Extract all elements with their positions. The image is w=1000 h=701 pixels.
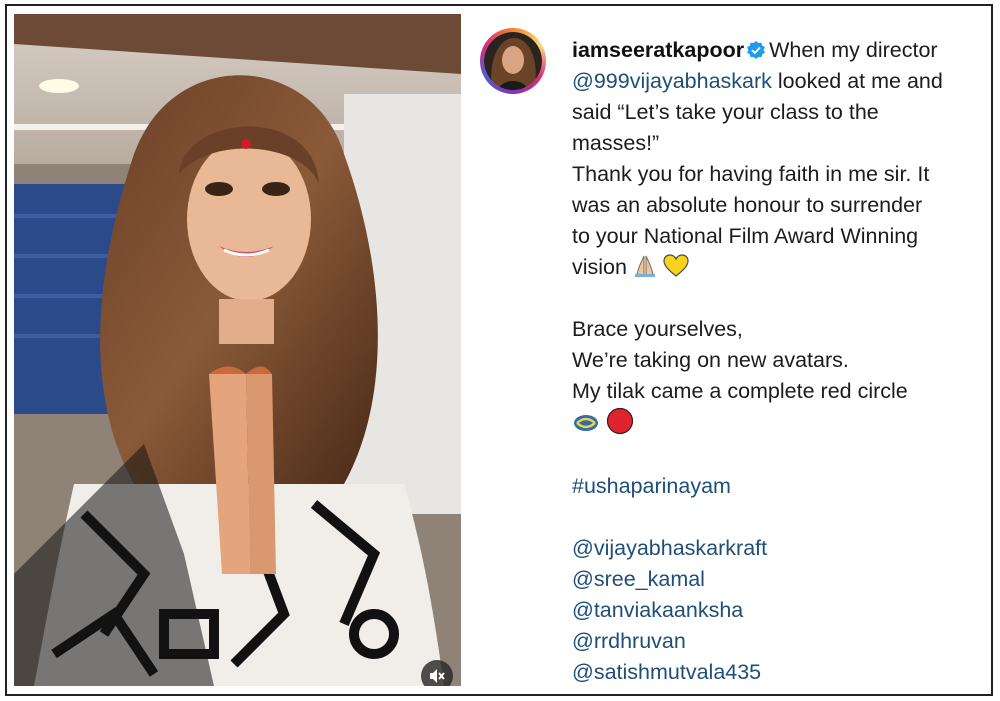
- mention-link[interactable]: @tanviakaanksha: [572, 598, 743, 622]
- mention-link[interactable]: @rrdhruvan: [572, 629, 686, 653]
- post-video[interactable]: [14, 14, 461, 686]
- caption-line-2: looked at me and: [771, 69, 943, 93]
- mention-director[interactable]: @999vijayabhaskark: [572, 69, 772, 93]
- caption-line-8: vision: [572, 255, 627, 279]
- caption-line-5: Thank you for having faith in me sir. It: [572, 162, 930, 186]
- post-panel: iamseeratkapoor When my director @999vija…: [478, 14, 986, 686]
- muted-speaker-icon: [430, 669, 445, 683]
- mention-link[interactable]: @sree_kamal: [572, 567, 705, 591]
- profile-avatar[interactable]: [480, 28, 546, 94]
- caption-line-3: said “Let’s take your class to the: [572, 100, 879, 124]
- folded-hands-emoji: [634, 255, 655, 277]
- post-caption: iamseeratkapoor When my director @999vija…: [572, 35, 984, 688]
- yellow-heart-emoji: [663, 254, 689, 277]
- mention-link[interactable]: @satishmutvala435: [572, 660, 761, 684]
- arrows-cycle-emoji: [574, 415, 598, 431]
- avatar-image: [484, 32, 542, 90]
- caption-line-10: Brace yourselves,: [572, 317, 743, 341]
- caption-line-11: We’re taking on new avatars.: [572, 348, 849, 372]
- caption-line-7: to your National Film Award Winning: [572, 224, 919, 248]
- caption-line-12: My tilak came a complete red circle: [572, 379, 908, 403]
- caption-line-6: was an absolute honour to surrender: [572, 193, 923, 217]
- red-circle-emoji: [606, 407, 634, 435]
- mute-button[interactable]: [421, 660, 453, 686]
- video-frame-image: [14, 14, 461, 686]
- caption-line-4: masses!”: [572, 131, 660, 155]
- caption-line-1: When my director: [769, 38, 938, 62]
- username-link[interactable]: iamseeratkapoor: [572, 38, 744, 62]
- hashtag-link[interactable]: #ushaparinayam: [572, 474, 731, 498]
- verified-badge-icon: [747, 41, 766, 59]
- mention-link[interactable]: @vijayabhaskarkraft: [572, 536, 767, 560]
